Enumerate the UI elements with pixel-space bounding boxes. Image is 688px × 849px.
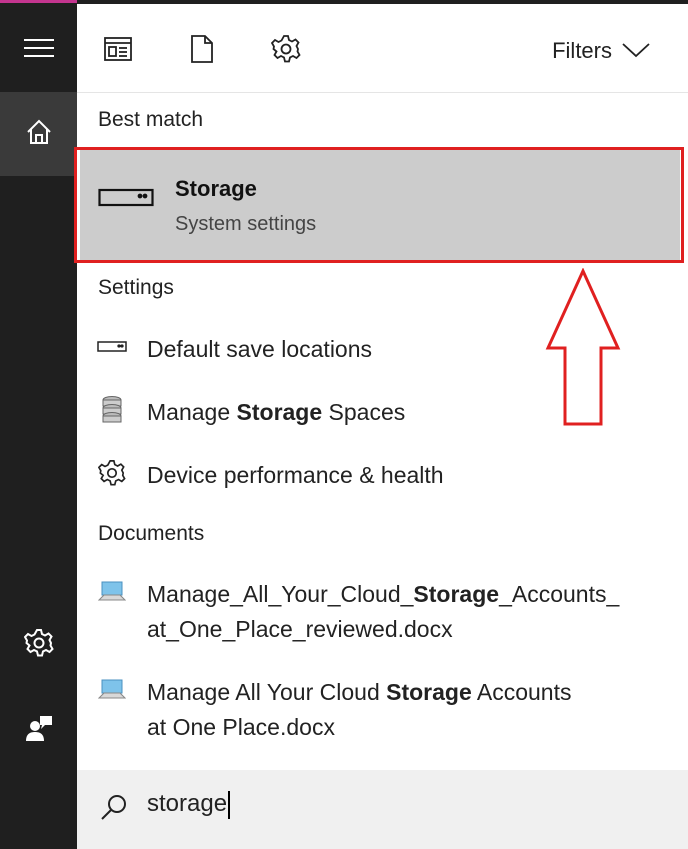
drive-icon <box>97 332 127 362</box>
search-box[interactable]: storage <box>77 770 688 849</box>
documents-tab[interactable] <box>185 34 219 68</box>
document-result-2[interactable]: Manage All Your Cloud Storage Accounts at… <box>77 675 688 745</box>
feedback-button[interactable] <box>0 705 77 755</box>
annotation-highlight-box <box>74 147 684 263</box>
section-documents: Documents <box>98 522 205 545</box>
accent-line <box>0 0 77 3</box>
document-title: Manage_All_Your_Cloud_Storage_Accounts_ a… <box>147 581 620 642</box>
left-sidebar <box>0 0 77 849</box>
gear-icon <box>23 628 54 663</box>
document-pc-icon <box>97 577 127 607</box>
home-icon <box>25 118 53 151</box>
gear-icon <box>97 458 127 488</box>
document-title: Manage All Your Cloud Storage Accounts at… <box>147 679 572 740</box>
document-pc-icon <box>97 675 127 705</box>
apps-icon <box>103 36 133 67</box>
documents-icon <box>190 34 214 69</box>
settings-icon <box>270 34 301 69</box>
apps-tab[interactable] <box>101 34 135 68</box>
chevron-down-icon <box>622 38 650 64</box>
section-settings: Settings <box>98 276 174 299</box>
filters-label: Filters <box>552 38 612 63</box>
settings-tab[interactable] <box>269 34 303 68</box>
result-label: Manage Storage Spaces <box>147 399 406 425</box>
annotation-up-arrow-icon <box>545 267 621 433</box>
section-best-match: Best match <box>98 108 204 131</box>
home-button[interactable] <box>0 92 77 176</box>
feedback-icon <box>24 713 54 748</box>
text-cursor <box>228 790 231 819</box>
menu-button[interactable] <box>0 22 77 78</box>
search-icon <box>99 792 129 827</box>
hamburger-icon <box>23 38 54 63</box>
search-input[interactable]: storage <box>147 790 231 819</box>
document-result-1[interactable]: Manage_All_Your_Cloud_Storage_Accounts_ a… <box>77 577 688 647</box>
result-label: Device performance & health <box>147 462 444 488</box>
storage-spaces-icon <box>97 395 127 425</box>
settings-button[interactable] <box>0 620 77 670</box>
toolbar: Filters <box>77 4 688 93</box>
result-label: Default save locations <box>147 336 373 362</box>
filters-dropdown[interactable]: Filters <box>552 38 650 64</box>
